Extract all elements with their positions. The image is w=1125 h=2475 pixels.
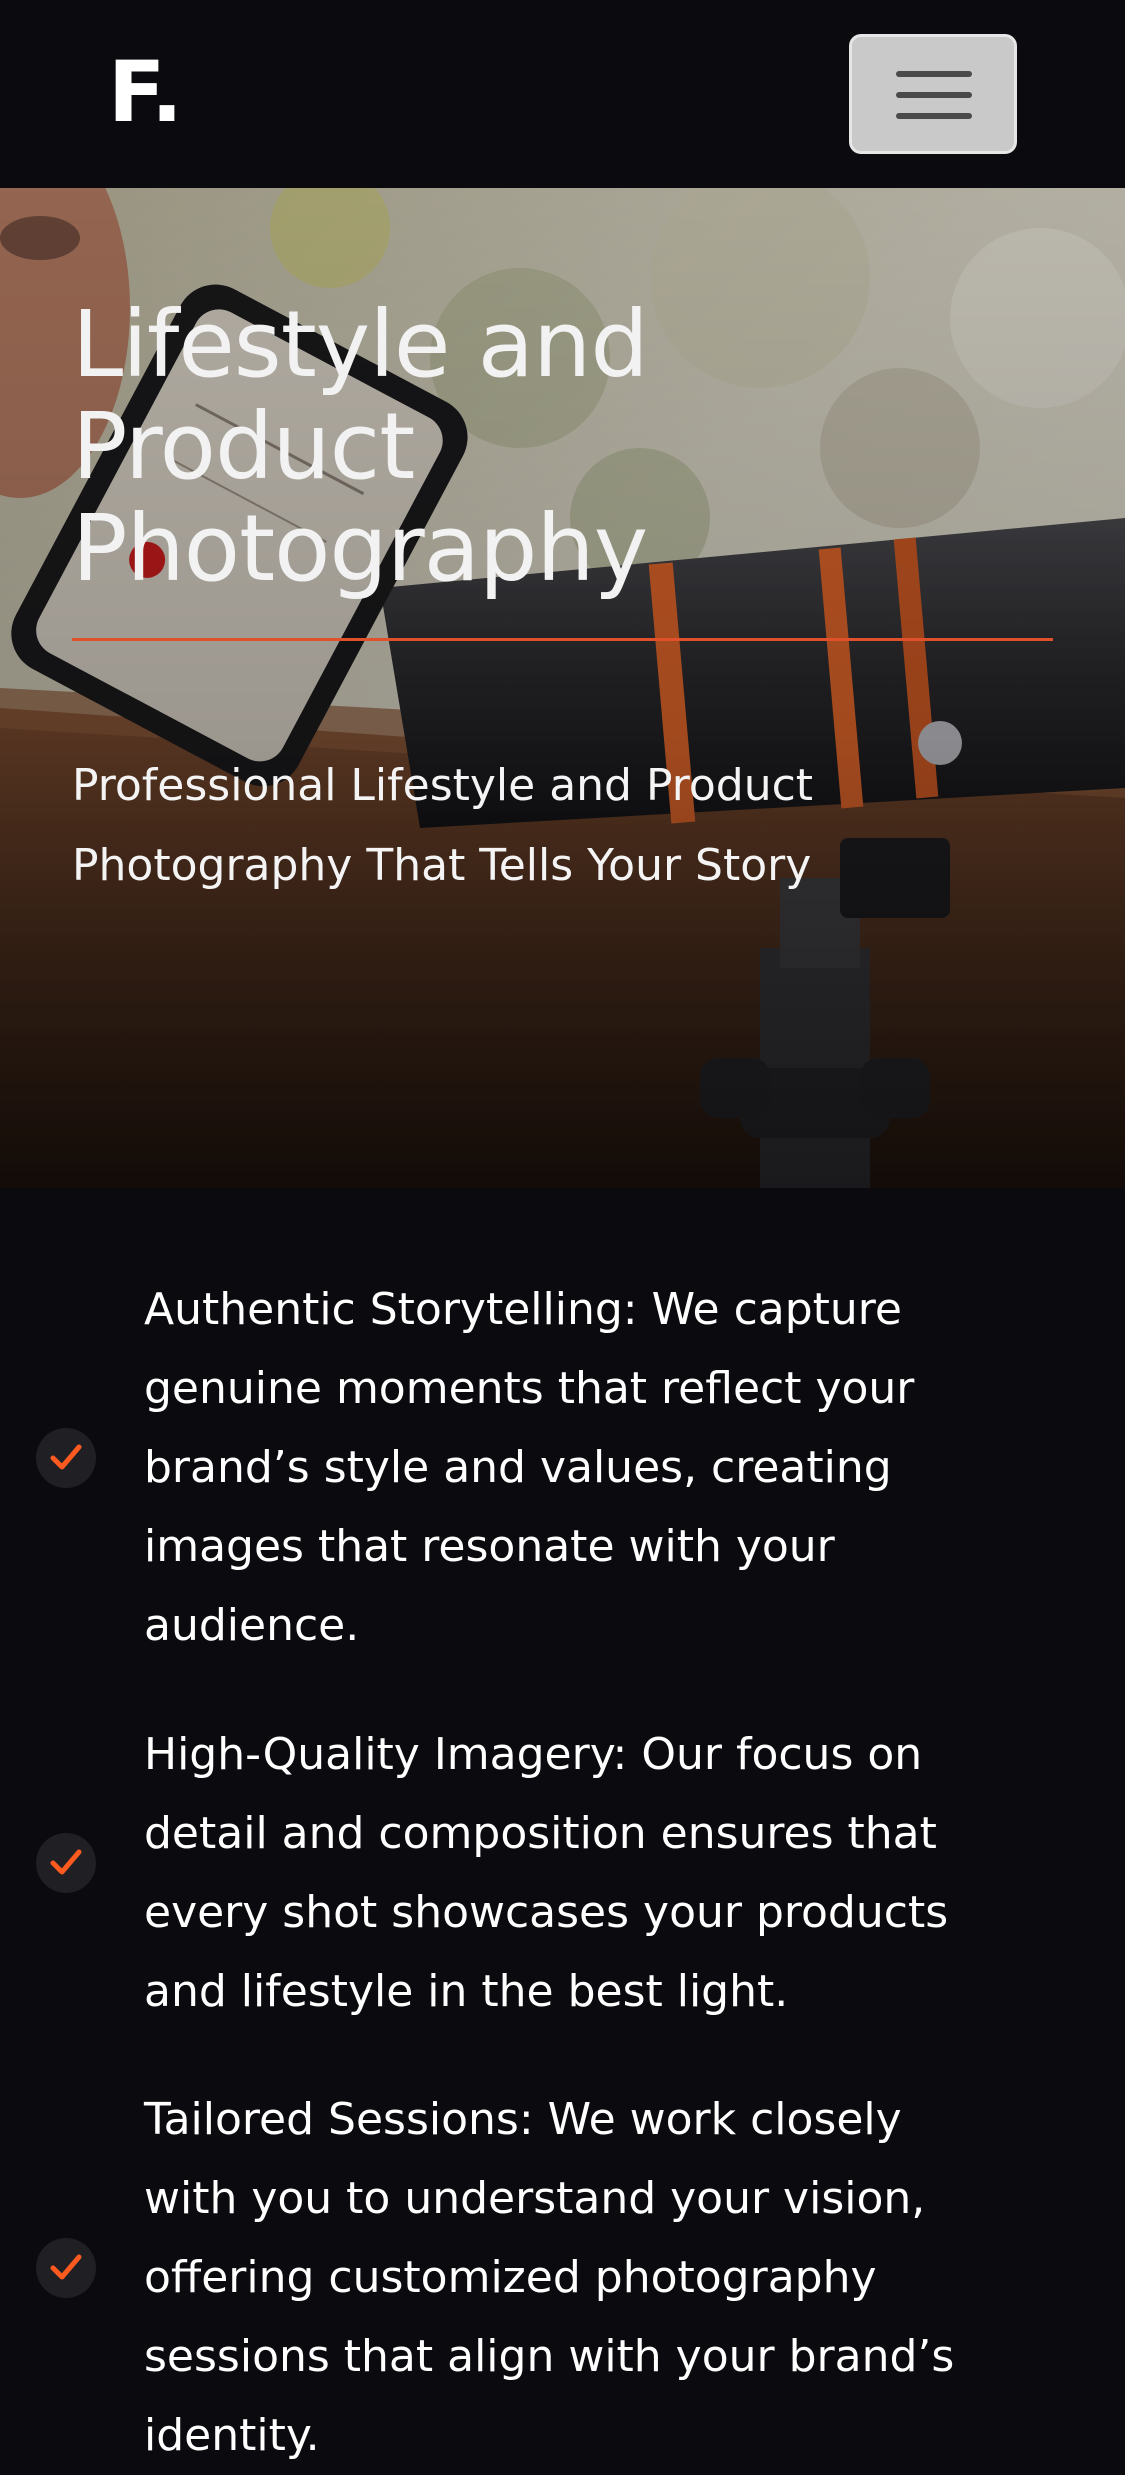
feature-text: Tailored Sessions: We work closely with … bbox=[144, 2080, 1024, 2475]
hero-subtitle-line: Photography That Tells Your Story bbox=[72, 840, 812, 891]
hero-title: Lifestyle and Product Photography bbox=[72, 294, 972, 600]
hamburger-menu-icon-bar bbox=[896, 92, 972, 98]
feature-text-line: audience. bbox=[144, 1600, 360, 1651]
hero-section: Lifestyle and Product Photography Profes… bbox=[0, 188, 1125, 1188]
hero-subtitle-line: Professional Lifestyle and Product bbox=[72, 760, 814, 811]
hero-title-line: Photography bbox=[72, 495, 648, 602]
feature-text-line: and lifestyle in the best light. bbox=[144, 1966, 789, 2017]
feature-text-line: Authentic Storytelling: We capture bbox=[144, 1284, 902, 1335]
feature-text-line: images that resonate with your bbox=[144, 1521, 835, 1572]
feature-text-line: with you to understand your vision, bbox=[144, 2173, 926, 2224]
feature-text-line: sessions that align with your brand’s bbox=[144, 2331, 955, 2382]
checkmark-icon bbox=[36, 2238, 96, 2298]
hero-title-line: Product bbox=[72, 393, 415, 500]
feature-text-line: detail and composition ensures that bbox=[144, 1808, 937, 1859]
navbar: F. bbox=[0, 0, 1125, 188]
feature-text-line: genuine moments that reflect your bbox=[144, 1363, 915, 1414]
hamburger-menu-icon bbox=[896, 71, 972, 77]
feature-text-line: brand’s style and values, creating bbox=[144, 1442, 892, 1493]
hero-title-line: Lifestyle and bbox=[72, 291, 649, 398]
feature-text-line: every shot showcases your products bbox=[144, 1887, 949, 1938]
hamburger-menu-icon-bar bbox=[896, 113, 972, 119]
feature-text-line: Tailored Sessions: We work closely bbox=[144, 2094, 902, 2145]
feature-text: High-Quality Imagery: Our focus on detai… bbox=[144, 1715, 1024, 2031]
site-logo[interactable]: F. bbox=[108, 50, 183, 134]
checkmark-icon bbox=[36, 1833, 96, 1893]
feature-text-line: High-Quality Imagery: Our focus on bbox=[144, 1729, 923, 1780]
hero-divider bbox=[72, 638, 1053, 641]
feature-text: Authentic Storytelling: We capture genui… bbox=[144, 1270, 1024, 1665]
hero-subtitle: Professional Lifestyle and Product Photo… bbox=[72, 746, 972, 906]
checkmark-icon bbox=[36, 1428, 96, 1488]
feature-text-line: offering customized photography bbox=[144, 2252, 877, 2303]
menu-toggle-button[interactable] bbox=[849, 34, 1017, 154]
